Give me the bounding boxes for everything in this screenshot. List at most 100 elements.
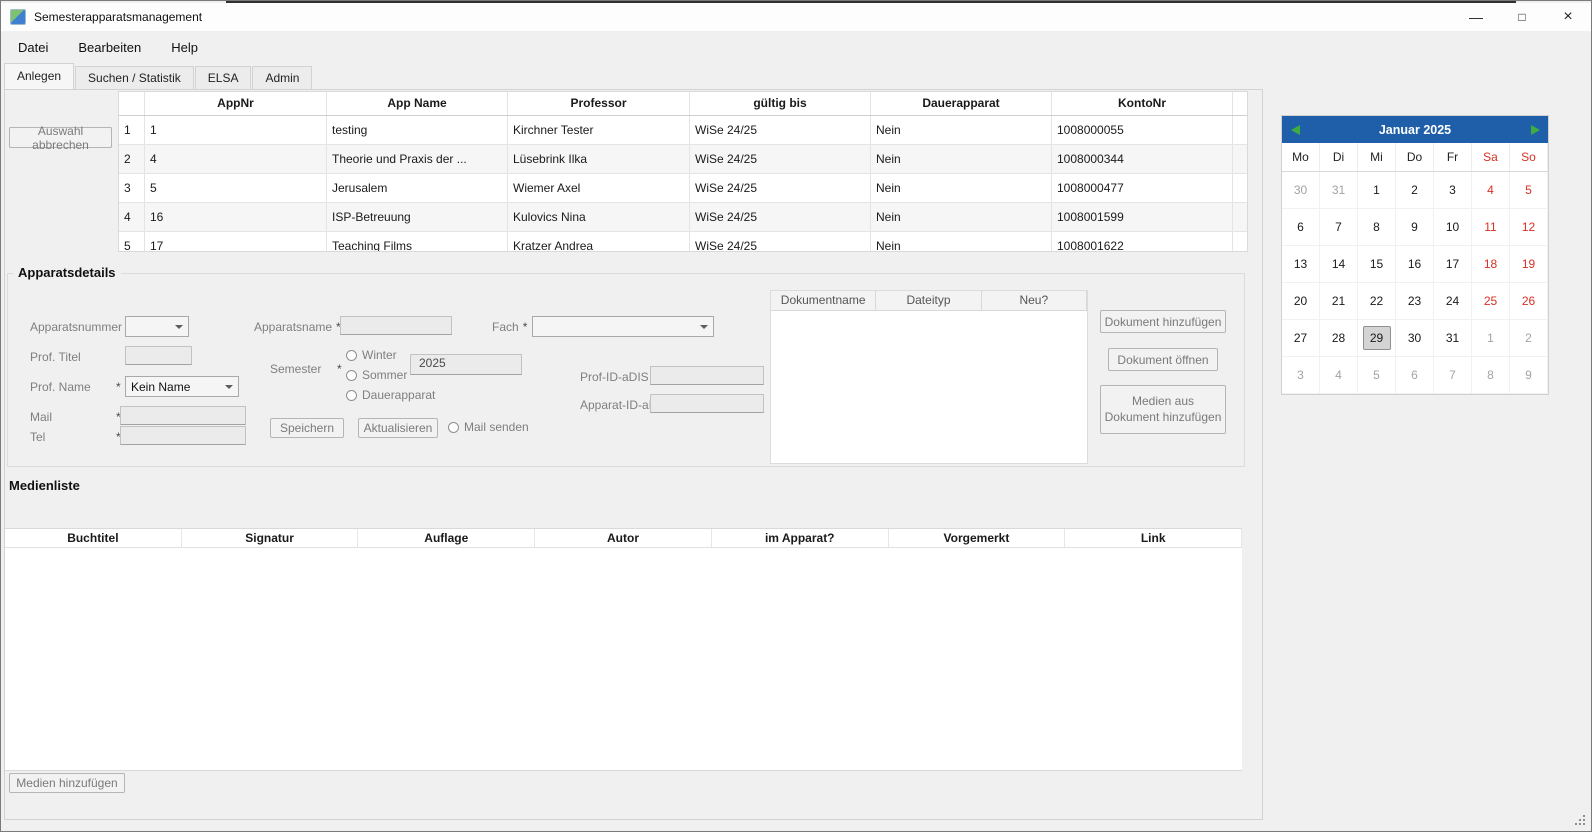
media-column-header-signatur[interactable]: Signatur xyxy=(182,529,359,547)
radio-dauerapparat[interactable]: Dauerapparat xyxy=(346,388,435,402)
resize-grip[interactable] xyxy=(1575,815,1587,827)
calendar-day[interactable]: 4 xyxy=(1320,357,1358,394)
calendar-day[interactable]: 16 xyxy=(1396,246,1434,283)
media-column-header-vorgemerkt[interactable]: Vorgemerkt xyxy=(889,529,1066,547)
calendar-day-selected[interactable]: 29 xyxy=(1358,320,1396,357)
dokument-hinzufuegen-button[interactable]: Dokument hinzufügen xyxy=(1100,310,1226,333)
calendar-day[interactable]: 19 xyxy=(1510,246,1548,283)
calendar-day[interactable]: 5 xyxy=(1510,172,1548,209)
calendar-day[interactable]: 18 xyxy=(1472,246,1510,283)
calendar-day[interactable]: 4 xyxy=(1472,172,1510,209)
doc-column-header-neu[interactable]: Neu? xyxy=(982,291,1087,310)
calendar-day[interactable]: 30 xyxy=(1282,172,1320,209)
column-header-appnr[interactable]: AppNr xyxy=(145,92,327,115)
menu-item-datei[interactable]: Datei xyxy=(3,34,63,61)
calendar-day[interactable]: 8 xyxy=(1472,357,1510,394)
column-header-g-ltig-bis[interactable]: gültig bis xyxy=(690,92,871,115)
media-column-header-buchtitel[interactable]: Buchtitel xyxy=(5,529,182,547)
mail-senden-radio[interactable]: Mail senden xyxy=(448,420,529,434)
calendar-day[interactable]: 6 xyxy=(1396,357,1434,394)
calendar-day[interactable]: 31 xyxy=(1320,172,1358,209)
calendar-next-button[interactable] xyxy=(1522,116,1548,143)
media-column-header-auflage[interactable]: Auflage xyxy=(358,529,535,547)
calendar-day[interactable]: 15 xyxy=(1358,246,1396,283)
minimize-button[interactable]: — xyxy=(1453,3,1499,31)
table-row[interactable]: 416ISP-BetreuungKulovics NinaWiSe 24/25N… xyxy=(119,203,1247,232)
tab-suchen-statistik[interactable]: Suchen / Statistik xyxy=(75,66,194,89)
calendar-day[interactable]: 20 xyxy=(1282,283,1320,320)
column-header-app-name[interactable]: App Name xyxy=(327,92,508,115)
media-column-header-link[interactable]: Link xyxy=(1065,529,1242,547)
calendar-day[interactable]: 6 xyxy=(1282,209,1320,246)
table-row[interactable]: 24Theorie und Praxis der ...Lüsebrink Il… xyxy=(119,145,1247,174)
maximize-button[interactable]: □ xyxy=(1499,3,1545,31)
fach-combobox[interactable] xyxy=(532,316,714,337)
calendar-day[interactable]: 25 xyxy=(1472,283,1510,320)
doc-column-header-dateityp[interactable]: Dateityp xyxy=(876,291,981,310)
table-row[interactable]: 35JerusalemWiemer AxelWiSe 24/25Nein1008… xyxy=(119,174,1247,203)
calendar-day[interactable]: 11 xyxy=(1472,209,1510,246)
calendar-day[interactable]: 21 xyxy=(1320,283,1358,320)
mail-input[interactable] xyxy=(120,406,246,425)
tab-admin[interactable]: Admin xyxy=(252,66,312,89)
media-column-header-autor[interactable]: Autor xyxy=(535,529,712,547)
calendar-day[interactable]: 3 xyxy=(1434,172,1472,209)
calendar-day[interactable]: 1 xyxy=(1358,172,1396,209)
calendar-day[interactable]: 7 xyxy=(1434,357,1472,394)
medien-aus-dokument-button[interactable]: Medien aus Dokument hinzufügen xyxy=(1100,385,1226,434)
calendar-day[interactable]: 31 xyxy=(1434,320,1472,357)
radio-winter[interactable]: Winter xyxy=(346,348,397,362)
calendar-day[interactable]: 3 xyxy=(1282,357,1320,394)
tab-elsa[interactable]: ELSA xyxy=(195,66,252,89)
calendar-day[interactable]: 23 xyxy=(1396,283,1434,320)
calendar-day[interactable]: 22 xyxy=(1358,283,1396,320)
dokument-oeffnen-button[interactable]: Dokument öffnen xyxy=(1108,348,1218,371)
medien-hinzufuegen-button[interactable]: Medien hinzufügen xyxy=(9,773,125,793)
calendar-day[interactable]: 28 xyxy=(1320,320,1358,357)
table-row[interactable]: 11testingKirchner TesterWiSe 24/25Nein10… xyxy=(119,116,1247,145)
table-row[interactable]: 517Teaching FilmsKratzer AndreaWiSe 24/2… xyxy=(119,232,1247,252)
calendar-day[interactable]: 9 xyxy=(1510,357,1548,394)
calendar-day[interactable]: 5 xyxy=(1358,357,1396,394)
calendar-day[interactable]: 8 xyxy=(1358,209,1396,246)
calendar-day[interactable]: 24 xyxy=(1434,283,1472,320)
calendar-day[interactable]: 14 xyxy=(1320,246,1358,283)
media-table-body[interactable] xyxy=(5,548,1242,770)
calendar-day[interactable]: 2 xyxy=(1510,320,1548,357)
apparatsnummer-combobox[interactable] xyxy=(125,316,189,337)
calendar-prev-button[interactable] xyxy=(1282,116,1308,143)
calendar-day[interactable]: 9 xyxy=(1396,209,1434,246)
calendar-day[interactable]: 13 xyxy=(1282,246,1320,283)
sidebar-button-auswahl-abbrechen[interactable]: Auswahl abbrechen xyxy=(9,127,112,148)
calendar-day[interactable]: 30 xyxy=(1396,320,1434,357)
apparatsname-input[interactable] xyxy=(340,316,452,335)
column-header-dauerapparat[interactable]: Dauerapparat xyxy=(871,92,1052,115)
prof-name-combobox[interactable]: Kein Name xyxy=(125,376,239,397)
calendar-day[interactable]: 7 xyxy=(1320,209,1358,246)
apparat-id-adis-input[interactable] xyxy=(650,394,764,413)
dokumente-table-body[interactable] xyxy=(771,311,1087,463)
media-column-header-im-apparat[interactable]: im Apparat? xyxy=(712,529,889,547)
radio-sommer[interactable]: Sommer xyxy=(346,368,407,382)
calendar-day[interactable]: 17 xyxy=(1434,246,1472,283)
prof-titel-input[interactable] xyxy=(125,346,192,365)
calendar-day[interactable]: 2 xyxy=(1396,172,1434,209)
prof-id-adis-input[interactable] xyxy=(650,366,764,385)
calendar-day[interactable]: 26 xyxy=(1510,283,1548,320)
close-button[interactable]: × xyxy=(1545,3,1591,31)
aktualisieren-button[interactable]: Aktualisieren xyxy=(358,418,438,438)
column-header-kontonr[interactable]: KontoNr xyxy=(1052,92,1233,115)
calendar-day[interactable]: 1 xyxy=(1472,320,1510,357)
doc-column-header-dokumentname[interactable]: Dokumentname xyxy=(771,291,876,310)
column-header-professor[interactable]: Professor xyxy=(508,92,690,115)
speichern-button[interactable]: Speichern xyxy=(270,418,344,438)
tab-anlegen[interactable]: Anlegen xyxy=(4,63,74,89)
menu-item-help[interactable]: Help xyxy=(156,34,213,61)
calendar-day[interactable]: 10 xyxy=(1434,209,1472,246)
tel-input[interactable] xyxy=(120,426,246,445)
semester-year-input[interactable]: 2025 xyxy=(410,354,522,375)
apps-table[interactable]: AppNrApp NameProfessorgültig bisDauerapp… xyxy=(118,91,1248,252)
calendar-day[interactable]: 12 xyxy=(1510,209,1548,246)
calendar-day[interactable]: 27 xyxy=(1282,320,1320,357)
menu-item-bearbeiten[interactable]: Bearbeiten xyxy=(63,34,156,61)
